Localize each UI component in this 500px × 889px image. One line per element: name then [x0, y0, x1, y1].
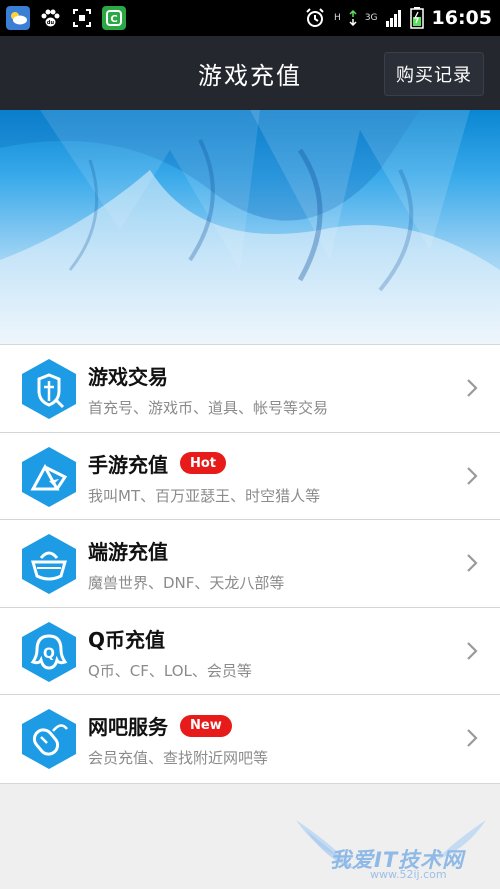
- envelope-icon: [22, 446, 76, 507]
- list-item-q-coin-topup[interactable]: Q Q币充值 Q币、CF、LOL、会员等: [0, 608, 500, 696]
- signal-icon: [385, 10, 401, 27]
- app-header: 游戏充值 购买记录: [0, 36, 500, 110]
- green-app-icon: C: [102, 6, 126, 30]
- item-subtitle: 首充号、游戏币、道具、帐号等交易: [88, 399, 329, 417]
- item-subtitle: 魔兽世界、DNF、天龙八部等: [88, 574, 285, 593]
- list-item-internet-cafe[interactable]: 网吧服务 New 会员充值、查找附近网吧等: [0, 695, 500, 783]
- list-item-mobile-game-topup[interactable]: 手游充值 Hot 我叫MT、百万亚瑟王、时空猎人等: [0, 433, 500, 521]
- new-badge: New: [180, 714, 232, 737]
- list-item-game-trade[interactable]: 游戏交易 首充号、游戏币、道具、帐号等交易: [0, 345, 500, 433]
- network-type-3g: 3G: [364, 13, 378, 23]
- item-subtitle: 我叫MT、百万亚瑟王、时空猎人等: [88, 486, 321, 505]
- weather-icon: [6, 6, 30, 30]
- chevron-right-icon: [467, 642, 478, 660]
- service-list: 游戏交易 首充号、游戏币、道具、帐号等交易 手游充值 Hot 我叫MT、百万亚瑟王…: [0, 344, 500, 784]
- status-bar: du C H 3G 16:05: [0, 0, 500, 36]
- svg-text:Q: Q: [43, 646, 55, 662]
- item-subtitle: Q币、CF、LOL、会员等: [88, 661, 252, 680]
- item-title: 网吧服务 New: [88, 711, 232, 740]
- battery-icon: [409, 7, 424, 29]
- item-title: 端游充值: [88, 540, 168, 565]
- chevron-right-icon: [467, 554, 478, 572]
- hot-badge: Hot: [180, 452, 227, 475]
- notification-icons: du C: [0, 6, 126, 30]
- item-title: Q币充值: [88, 627, 166, 652]
- banner-artwork: [0, 110, 500, 344]
- item-title: 游戏交易: [88, 365, 168, 389]
- shield-sword-icon: [22, 359, 76, 419]
- svg-text:du: du: [47, 20, 55, 26]
- baidu-paw-icon: du: [38, 6, 62, 30]
- list-item-pc-game-topup[interactable]: 端游充值 魔兽世界、DNF、天龙八部等: [0, 520, 500, 608]
- svg-text:C: C: [110, 14, 117, 25]
- system-icons: H 3G 16:05: [304, 7, 500, 29]
- clock-time: 16:05: [431, 7, 492, 29]
- screenshot-icon: [70, 6, 94, 30]
- chevron-right-icon: [467, 379, 478, 397]
- mouse-icon: [22, 709, 76, 770]
- promo-banner[interactable]: [0, 110, 500, 344]
- data-arrows-icon: [349, 10, 357, 26]
- item-subtitle: 会员充值、查找附近网吧等: [88, 749, 269, 768]
- item-title: 手游充值 Hot: [88, 449, 227, 478]
- gold-ingot-icon: [22, 534, 76, 595]
- alarm-icon: [306, 8, 324, 27]
- purchase-record-button[interactable]: 购买记录: [384, 52, 484, 96]
- network-type-h: H: [334, 13, 341, 23]
- chevron-right-icon: [467, 729, 478, 748]
- watermark-url: www.52ij.com: [370, 868, 447, 881]
- qq-penguin-icon: Q: [22, 621, 76, 682]
- chevron-right-icon: [467, 466, 478, 485]
